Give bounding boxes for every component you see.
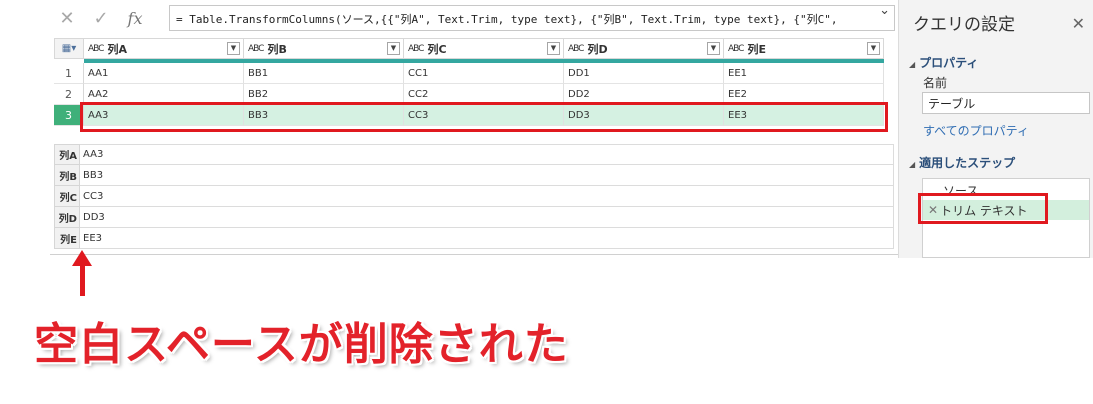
detail-value[interactable]: AA3: [80, 144, 894, 165]
filter-dropdown-icon[interactable]: ▼: [547, 42, 560, 55]
properties-section-header[interactable]: ◢ プロパティ: [909, 54, 978, 71]
arrow-shaft: [80, 264, 85, 296]
detail-value[interactable]: EE3: [80, 228, 894, 249]
close-icon[interactable]: ✕: [1072, 14, 1085, 33]
row-detail-pane: 列A AA3 列B BB3 列C CC3 列D DD3 列E EE3: [54, 144, 894, 249]
table-cell[interactable]: DD1: [564, 63, 724, 84]
detail-label: 列D: [54, 207, 80, 228]
column-header-c[interactable]: ABC 列C ▼: [404, 38, 564, 59]
formula-bar: ✕ ✓ fx = Table.TransformColumns(ソース,{{"列…: [50, 0, 898, 37]
text-type-icon[interactable]: ABC: [568, 44, 585, 54]
check-icon[interactable]: ✓: [84, 8, 118, 29]
filter-dropdown-icon[interactable]: ▼: [227, 42, 240, 55]
column-header-d[interactable]: ABC 列D ▼: [564, 38, 724, 59]
section-label: プロパティ: [919, 56, 979, 70]
detail-label: 列A: [54, 144, 80, 165]
filter-dropdown-icon[interactable]: ▼: [387, 42, 400, 55]
detail-row: 列E EE3: [54, 228, 894, 249]
data-grid: ▦▾ ABC 列A ▼ ABC 列B ▼ ABC 列C ▼ ABC 列D ▼ A…: [50, 36, 898, 255]
fx-icon[interactable]: fx: [118, 9, 152, 28]
table-cell[interactable]: CC1: [404, 63, 564, 84]
text-type-icon[interactable]: ABC: [728, 44, 745, 54]
column-header-row: ▦▾ ABC 列A ▼ ABC 列B ▼ ABC 列C ▼ ABC 列D ▼ A…: [54, 38, 884, 59]
formula-text: = Table.TransformColumns(ソース,{{"列A", Tex…: [176, 13, 838, 26]
filter-dropdown-icon[interactable]: ▼: [707, 42, 720, 55]
highlight-box-selected-row: [80, 102, 888, 132]
table-cell[interactable]: BB1: [244, 63, 404, 84]
detail-value[interactable]: BB3: [80, 165, 894, 186]
highlight-box-step: [918, 193, 1048, 224]
section-label: 適用したステップ: [919, 156, 1016, 170]
detail-row: 列A AA3: [54, 144, 894, 165]
filter-dropdown-icon[interactable]: ▼: [867, 42, 880, 55]
column-header-a[interactable]: ABC 列A ▼: [84, 38, 244, 59]
column-header-e[interactable]: ABC 列E ▼: [724, 38, 884, 59]
grid-bottom-border: [50, 254, 898, 255]
detail-row: 列B BB3: [54, 165, 894, 186]
formula-bar-icons: ✕ ✓ fx: [50, 4, 166, 32]
column-name: 列E: [747, 42, 766, 56]
column-name: 列D: [587, 42, 608, 56]
applied-steps-section-header[interactable]: ◢ 適用したステップ: [909, 154, 1015, 171]
table-cell[interactable]: EE1: [724, 63, 884, 84]
annotation-caption: 空白スペースが削除された: [34, 319, 569, 370]
table-row[interactable]: 1 AA1 BB1 CC1 DD1 EE1: [54, 63, 884, 84]
formula-input[interactable]: = Table.TransformColumns(ソース,{{"列A", Tex…: [169, 5, 895, 31]
detail-label: 列E: [54, 228, 80, 249]
close-icon[interactable]: ✕: [50, 8, 84, 29]
query-name-input[interactable]: テーブル: [922, 92, 1090, 114]
text-type-icon[interactable]: ABC: [248, 44, 265, 54]
column-header-b[interactable]: ABC 列B ▼: [244, 38, 404, 59]
text-type-icon[interactable]: ABC: [408, 44, 425, 54]
detail-row: 列C CC3: [54, 186, 894, 207]
pane-title: クエリの設定: [913, 15, 1015, 35]
text-type-icon[interactable]: ABC: [88, 44, 105, 54]
detail-label: 列C: [54, 186, 80, 207]
table-menu-icon[interactable]: ▦▾: [54, 38, 84, 59]
name-label: 名前: [923, 76, 948, 90]
detail-value[interactable]: DD3: [80, 207, 894, 228]
row-number[interactable]: 1: [54, 63, 84, 84]
all-properties-link[interactable]: すべてのプロパティ: [923, 122, 1029, 139]
table-cell[interactable]: AA1: [84, 63, 244, 84]
collapse-triangle-icon[interactable]: ◢: [909, 60, 915, 69]
column-name: 列C: [427, 42, 447, 56]
detail-row: 列D DD3: [54, 207, 894, 228]
detail-value[interactable]: CC3: [80, 186, 894, 207]
collapse-triangle-icon[interactable]: ◢: [909, 160, 915, 169]
chevron-down-icon[interactable]: ⌄: [879, 3, 890, 18]
column-name: 列B: [267, 42, 287, 56]
column-name: 列A: [107, 42, 127, 56]
detail-label: 列B: [54, 165, 80, 186]
